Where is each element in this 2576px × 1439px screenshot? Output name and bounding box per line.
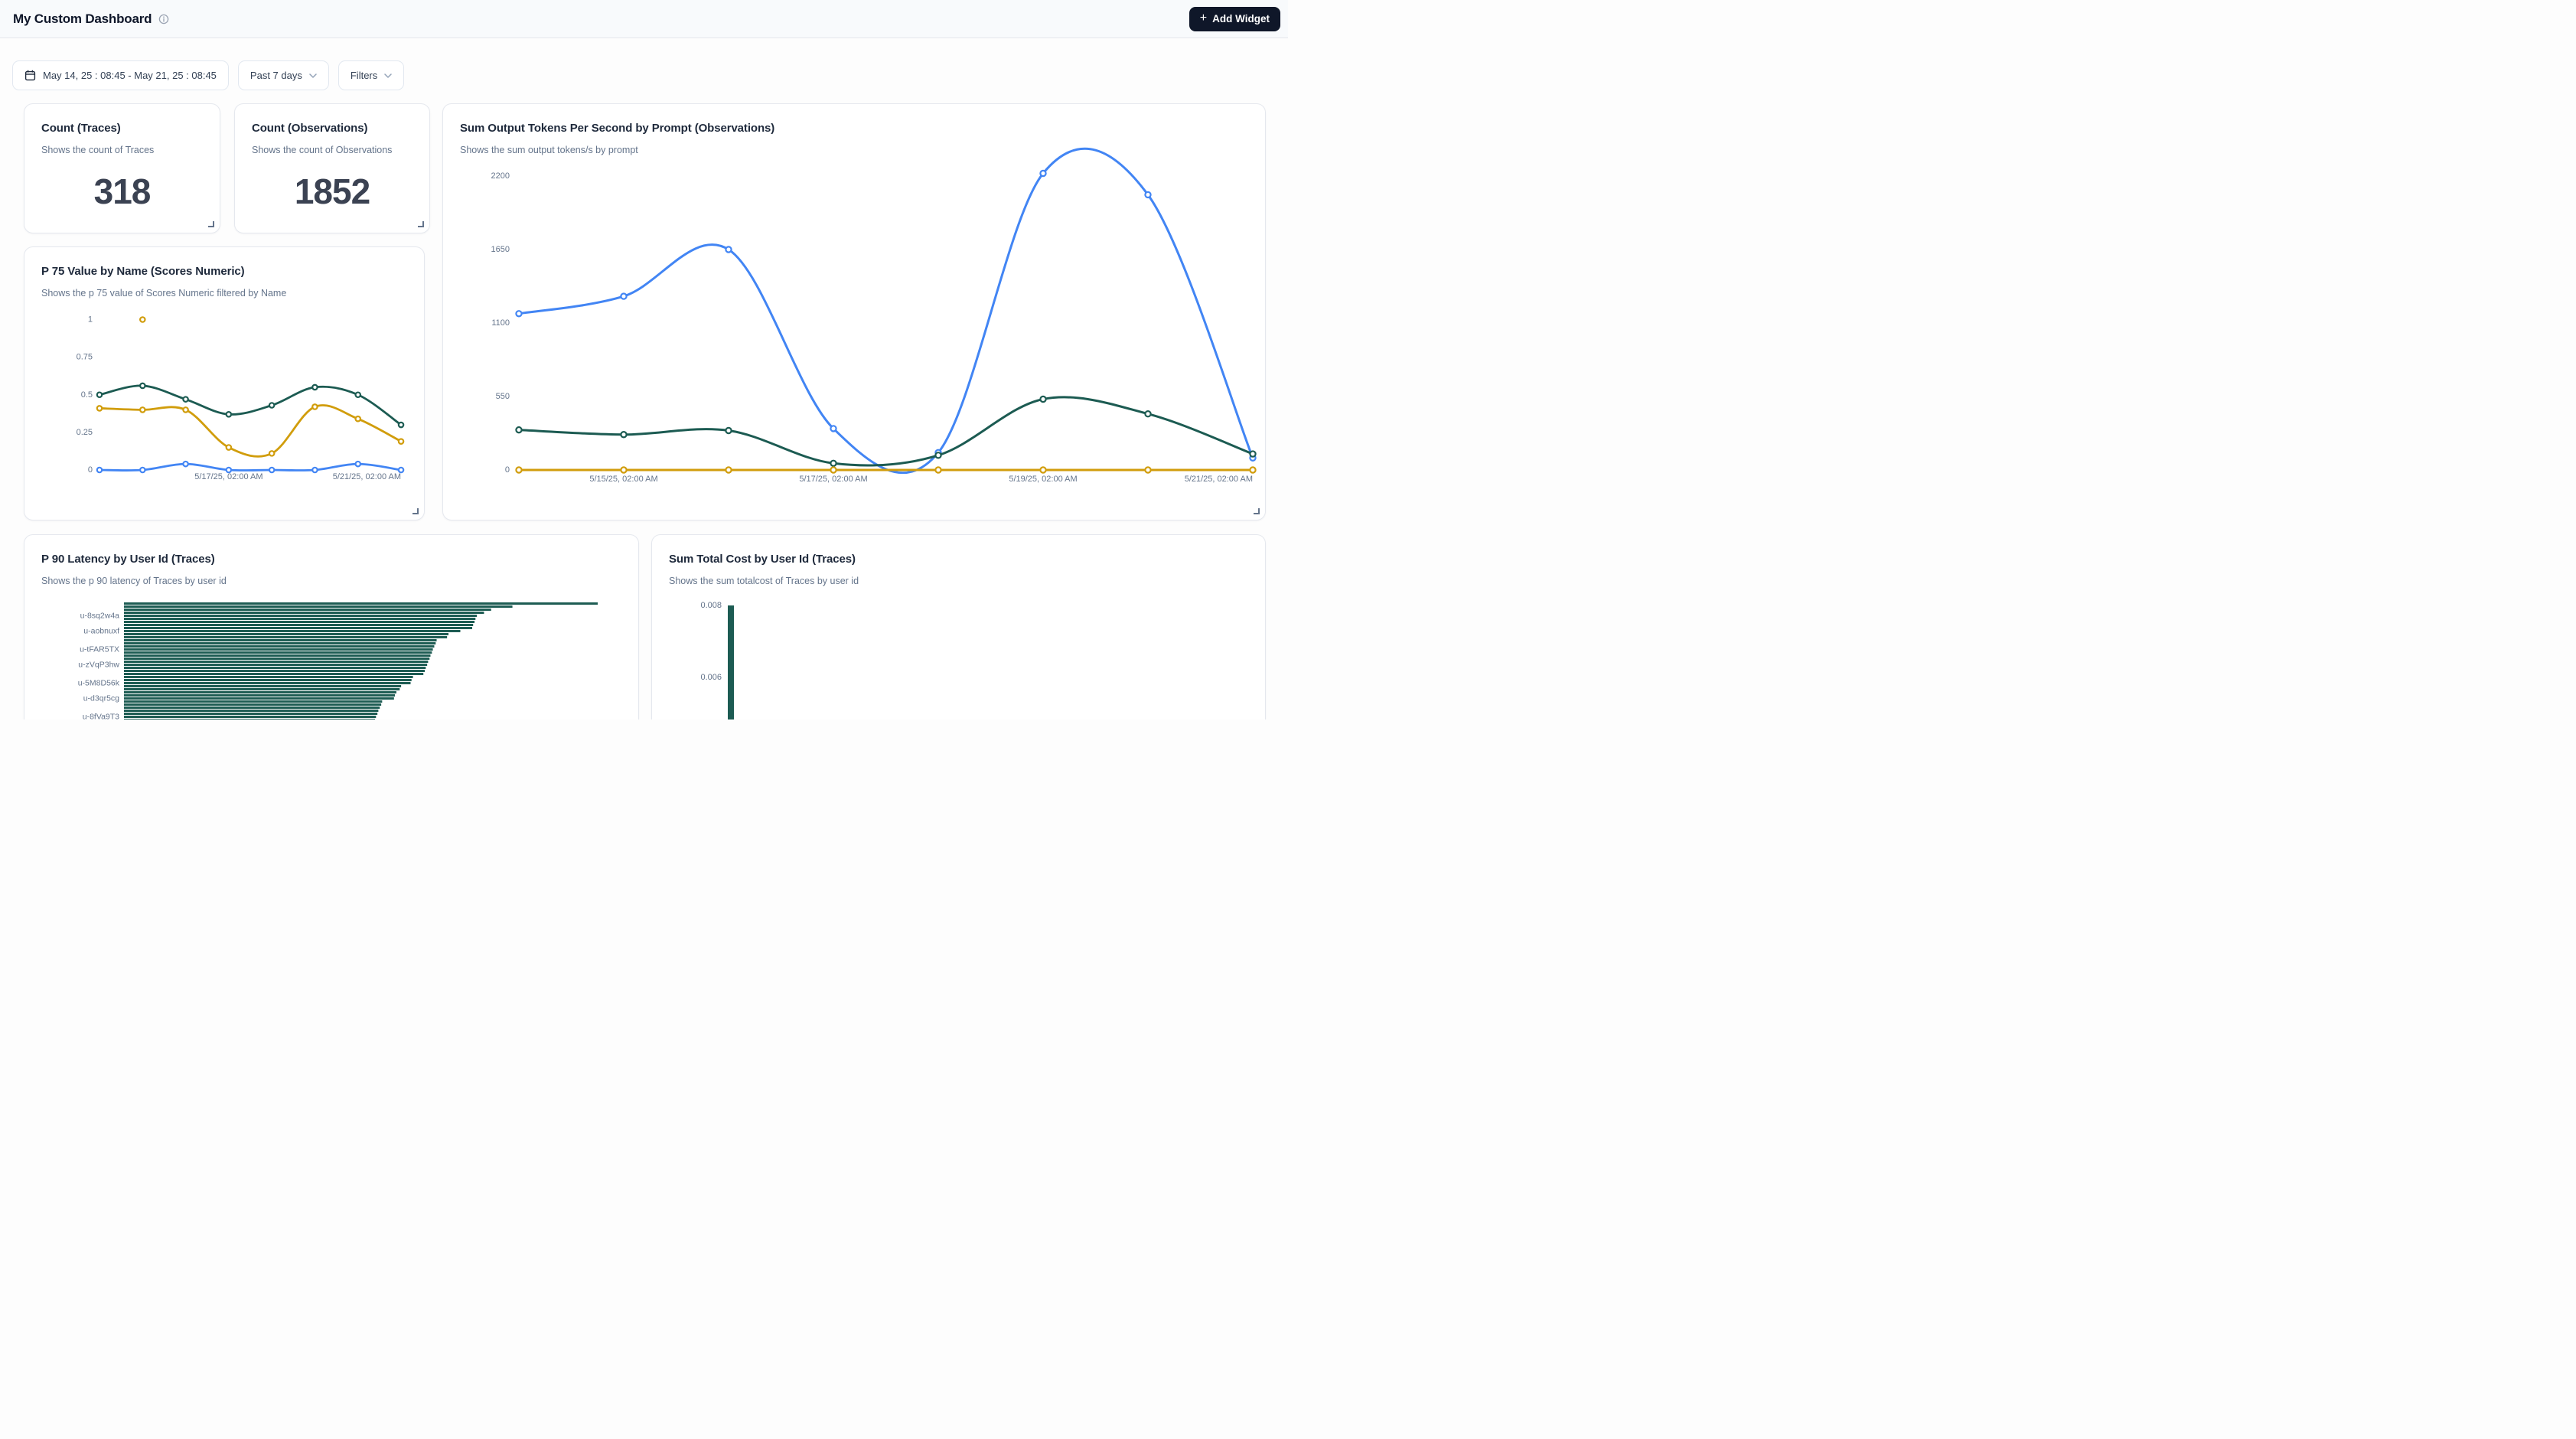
svg-text:0.008: 0.008 [700, 601, 722, 610]
svg-text:0.006: 0.006 [700, 673, 722, 682]
resize-handle-icon[interactable] [1254, 508, 1260, 514]
svg-text:u-8sq2w4a: u-8sq2w4a [80, 612, 120, 621]
chart-sum-output-tokens: 0 550 1100 1650 2200 5/15/25, 02:00 AM 5/17/25… [443, 104, 1266, 520]
widget-count-traces: Count (Traces) Shows the count of Traces… [24, 103, 220, 233]
resize-handle-icon[interactable] [412, 508, 419, 514]
widget-p90-latency: P 90 Latency by User Id (Traces) Shows t… [24, 534, 639, 720]
count-observations-value: 1852 [295, 171, 370, 212]
add-widget-button[interactable]: + Add Widget [1189, 7, 1280, 31]
widget-subtitle: Shows the sum totalcost of Traces by use… [669, 576, 1248, 586]
date-range-value: May 14, 25 : 08:45 - May 21, 25 : 08:45 [43, 70, 217, 81]
chevron-down-icon [309, 73, 317, 78]
widget-title: P 75 Value by Name (Scores Numeric) [41, 265, 407, 278]
info-icon[interactable] [158, 14, 169, 24]
widget-p75-value: P 75 Value by Name (Scores Numeric) Show… [24, 246, 425, 520]
widget-title: Count (Observations) [252, 122, 412, 135]
time-preset-button[interactable]: Past 7 days [238, 60, 329, 90]
widget-title: Sum Total Cost by User Id (Traces) [669, 553, 1248, 566]
add-widget-label: Add Widget [1212, 13, 1270, 24]
svg-text:u-aobnuxf: u-aobnuxf [83, 627, 119, 636]
svg-text:0.5: 0.5 [81, 390, 93, 400]
widget-subtitle: Shows the sum output tokens/s by prompt [460, 145, 1248, 155]
widget-count-observations: Count (Observations) Shows the count of … [234, 103, 430, 233]
svg-text:5/17/25, 02:00 AM: 5/17/25, 02:00 AM [799, 475, 867, 484]
svg-text:u-zVqP3hw: u-zVqP3hw [78, 661, 119, 670]
svg-text:1650: 1650 [491, 245, 510, 254]
svg-text:5/21/25, 02:00 AM: 5/21/25, 02:00 AM [1185, 475, 1253, 484]
header: My Custom Dashboard + Add Widget [0, 0, 1288, 38]
svg-text:1: 1 [88, 315, 93, 325]
svg-text:u-tFAR5TX: u-tFAR5TX [80, 645, 119, 654]
plus-icon: + [1200, 12, 1207, 24]
widget-subtitle: Shows the count of Traces [41, 145, 203, 155]
svg-text:0: 0 [88, 465, 93, 475]
date-range-button[interactable]: May 14, 25 : 08:45 - May 21, 25 : 08:45 [12, 60, 229, 90]
svg-text:2200: 2200 [491, 171, 510, 181]
svg-text:0.25: 0.25 [77, 428, 93, 437]
toolbar: May 14, 25 : 08:45 - May 21, 25 : 08:45 … [12, 60, 404, 90]
page-title: My Custom Dashboard [13, 11, 152, 27]
svg-text:u-5M8D56k: u-5M8D56k [78, 679, 120, 688]
svg-text:5/15/25, 02:00 AM: 5/15/25, 02:00 AM [589, 475, 657, 484]
svg-text:u-d3qr5cg: u-d3qr5cg [83, 694, 119, 703]
calendar-icon [24, 70, 36, 81]
widget-subtitle: Shows the p 90 latency of Traces by user… [41, 576, 621, 586]
widget-sum-total-cost: Sum Total Cost by User Id (Traces) Shows… [651, 534, 1266, 720]
time-preset-value: Past 7 days [250, 70, 302, 81]
widget-subtitle: Shows the p 75 value of Scores Numeric f… [41, 288, 407, 299]
widget-subtitle: Shows the count of Observations [252, 145, 412, 155]
svg-text:550: 550 [496, 392, 510, 401]
dashboard-page: My Custom Dashboard + Add Widget May [0, 0, 1288, 720]
chevron-down-icon [384, 73, 392, 78]
svg-text:5/17/25, 02:00 AM: 5/17/25, 02:00 AM [194, 472, 262, 481]
svg-text:5/19/25, 02:00 AM: 5/19/25, 02:00 AM [1009, 475, 1077, 484]
widget-sum-output-tokens: Sum Output Tokens Per Second by Prompt (… [442, 103, 1266, 520]
count-traces-value: 318 [94, 171, 151, 212]
svg-text:0.75: 0.75 [77, 353, 93, 362]
widget-title: Sum Output Tokens Per Second by Prompt (… [460, 122, 1248, 135]
resize-handle-icon[interactable] [208, 221, 214, 227]
svg-text:u-8fVa9T3: u-8fVa9T3 [83, 713, 119, 720]
widget-title: Count (Traces) [41, 122, 203, 135]
svg-text:5/21/25, 02:00 AM: 5/21/25, 02:00 AM [333, 472, 401, 481]
svg-text:0: 0 [505, 465, 510, 475]
widget-title: P 90 Latency by User Id (Traces) [41, 553, 621, 566]
filters-label: Filters [351, 70, 377, 81]
filters-button[interactable]: Filters [338, 60, 404, 90]
resize-handle-icon[interactable] [418, 221, 424, 227]
svg-text:1100: 1100 [491, 318, 510, 328]
